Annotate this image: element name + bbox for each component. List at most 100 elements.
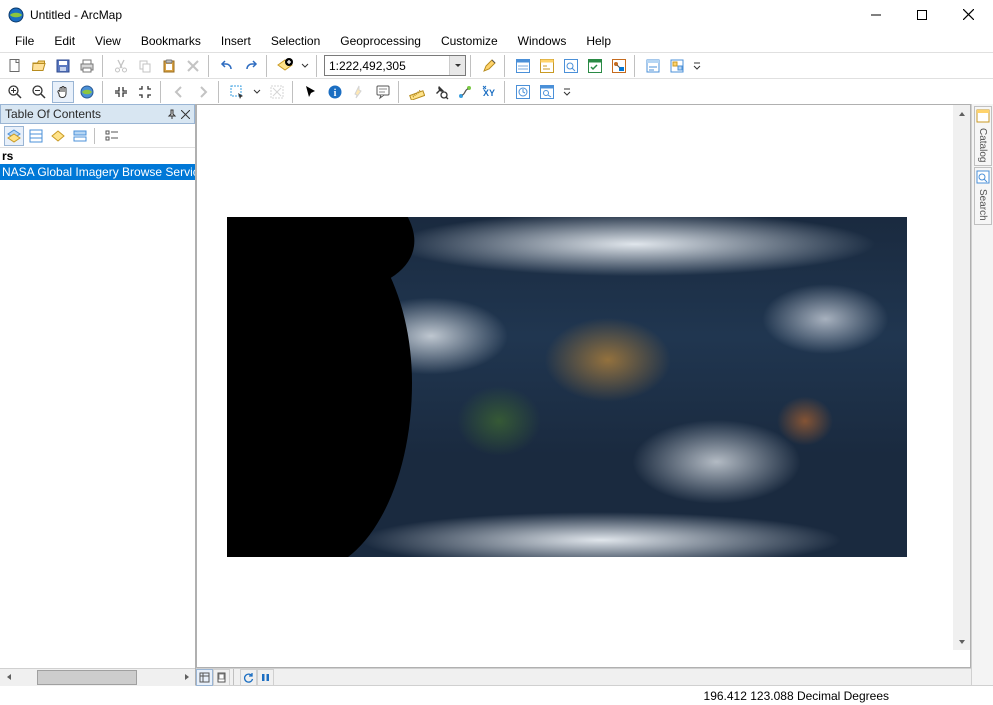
toc-button[interactable] bbox=[512, 55, 534, 77]
paste-button[interactable] bbox=[158, 55, 180, 77]
menu-geoprocessing[interactable]: Geoprocessing bbox=[331, 32, 430, 50]
open-button[interactable] bbox=[28, 55, 50, 77]
zoom-out-button[interactable] bbox=[28, 81, 50, 103]
right-sidebar: Catalog Search bbox=[971, 104, 993, 685]
fixed-zoom-out-button[interactable] bbox=[134, 81, 156, 103]
menu-selection[interactable]: Selection bbox=[262, 32, 329, 50]
cursor-coordinates: 196.412 123.088 Decimal Degrees bbox=[704, 689, 889, 703]
list-by-selection-button[interactable] bbox=[70, 126, 90, 146]
zoom-in-button[interactable] bbox=[4, 81, 26, 103]
menu-customize[interactable]: Customize bbox=[432, 32, 507, 50]
scroll-track[interactable] bbox=[953, 122, 970, 633]
menu-help[interactable]: Help bbox=[577, 32, 620, 50]
toc-options-button[interactable] bbox=[102, 126, 122, 146]
separator bbox=[208, 55, 212, 77]
map-scale-combo[interactable] bbox=[324, 55, 466, 76]
map-scale-input[interactable] bbox=[325, 58, 449, 74]
copy-button[interactable] bbox=[134, 55, 156, 77]
scroll-down-icon[interactable] bbox=[953, 633, 970, 650]
forward-button[interactable] bbox=[192, 81, 214, 103]
layout-view-button[interactable] bbox=[213, 669, 230, 686]
select-elements-button[interactable] bbox=[300, 81, 322, 103]
viewer-window-button[interactable] bbox=[536, 81, 558, 103]
save-button[interactable] bbox=[52, 55, 74, 77]
select-features-button[interactable] bbox=[226, 81, 248, 103]
separator bbox=[316, 55, 320, 77]
goto-xy-button[interactable]: XY bbox=[478, 81, 500, 103]
close-panel-icon[interactable] bbox=[181, 110, 190, 119]
menu-file[interactable]: File bbox=[6, 32, 43, 50]
print-button[interactable] bbox=[76, 55, 98, 77]
tools-toolbar-options[interactable] bbox=[560, 82, 574, 101]
editor-toolbar-button[interactable] bbox=[478, 55, 500, 77]
menu-bookmarks[interactable]: Bookmarks bbox=[132, 32, 210, 50]
catalog-window-button[interactable] bbox=[536, 55, 558, 77]
window-controls bbox=[853, 0, 991, 30]
identify-button[interactable]: i bbox=[324, 81, 346, 103]
menubar: File Edit View Bookmarks Insert Selectio… bbox=[0, 30, 993, 52]
app-icon bbox=[8, 7, 24, 23]
cut-button[interactable] bbox=[110, 55, 132, 77]
data-view-button[interactable] bbox=[196, 669, 213, 686]
list-by-drawing-order-button[interactable] bbox=[4, 126, 24, 146]
full-extent-button[interactable] bbox=[76, 81, 98, 103]
find-button[interactable] bbox=[430, 81, 452, 103]
python-window-button[interactable] bbox=[584, 55, 606, 77]
fixed-zoom-in-button[interactable] bbox=[110, 81, 132, 103]
results-button[interactable] bbox=[642, 55, 664, 77]
add-data-button[interactable] bbox=[274, 55, 296, 77]
scroll-right-icon[interactable] bbox=[178, 669, 195, 686]
scroll-up-icon[interactable] bbox=[953, 105, 970, 122]
menu-windows[interactable]: Windows bbox=[509, 32, 576, 50]
separator bbox=[398, 81, 402, 103]
toolbar-options-dropdown[interactable] bbox=[690, 56, 704, 75]
map-view-area bbox=[196, 104, 971, 685]
window-title: Untitled - ArcMap bbox=[30, 8, 853, 22]
scroll-left-icon[interactable] bbox=[0, 669, 17, 686]
catalog-tab[interactable]: Catalog bbox=[974, 106, 992, 166]
add-data-dropdown[interactable] bbox=[298, 56, 312, 75]
separator bbox=[233, 669, 237, 685]
new-button[interactable] bbox=[4, 55, 26, 77]
search-icon bbox=[976, 170, 990, 184]
delete-button[interactable] bbox=[182, 55, 204, 77]
clear-selection-button[interactable] bbox=[266, 81, 288, 103]
scroll-track[interactable] bbox=[17, 669, 178, 686]
map-horizontal-scrollbar[interactable] bbox=[274, 669, 971, 685]
find-route-button[interactable] bbox=[454, 81, 476, 103]
maximize-button[interactable] bbox=[899, 0, 945, 30]
map-canvas[interactable] bbox=[196, 104, 971, 668]
toc-tree[interactable]: rs NASA Global Imagery Browse Service bbox=[0, 148, 195, 668]
pin-icon[interactable] bbox=[167, 109, 177, 119]
list-by-source-button[interactable] bbox=[26, 126, 46, 146]
redo-button[interactable] bbox=[240, 55, 262, 77]
measure-button[interactable] bbox=[406, 81, 428, 103]
search-window-button[interactable] bbox=[560, 55, 582, 77]
toc-toolbar bbox=[0, 124, 195, 148]
map-vertical-scrollbar[interactable] bbox=[953, 105, 970, 650]
pan-button[interactable] bbox=[52, 81, 74, 103]
layers-root[interactable]: rs bbox=[0, 148, 195, 164]
html-popup-button[interactable] bbox=[372, 81, 394, 103]
pause-drawing-button[interactable] bbox=[257, 669, 274, 686]
hyperlink-button[interactable] bbox=[348, 81, 370, 103]
favorites-button[interactable] bbox=[666, 55, 688, 77]
minimize-button[interactable] bbox=[853, 0, 899, 30]
time-slider-button[interactable] bbox=[512, 81, 534, 103]
undo-button[interactable] bbox=[216, 55, 238, 77]
menu-edit[interactable]: Edit bbox=[45, 32, 84, 50]
back-button[interactable] bbox=[168, 81, 190, 103]
modelbuilder-button[interactable] bbox=[608, 55, 630, 77]
toc-header: Table Of Contents bbox=[0, 104, 195, 124]
select-features-dropdown[interactable] bbox=[250, 82, 264, 101]
close-button[interactable] bbox=[945, 0, 991, 30]
list-by-visibility-button[interactable] bbox=[48, 126, 68, 146]
menu-view[interactable]: View bbox=[86, 32, 130, 50]
toc-horizontal-scrollbar[interactable] bbox=[0, 668, 195, 685]
scroll-thumb[interactable] bbox=[37, 670, 137, 685]
layer-nasa-gibs[interactable]: NASA Global Imagery Browse Service bbox=[0, 164, 195, 180]
menu-insert[interactable]: Insert bbox=[212, 32, 260, 50]
search-tab[interactable]: Search bbox=[974, 167, 992, 225]
refresh-view-button[interactable] bbox=[240, 669, 257, 686]
map-scale-dropdown[interactable] bbox=[449, 56, 465, 75]
